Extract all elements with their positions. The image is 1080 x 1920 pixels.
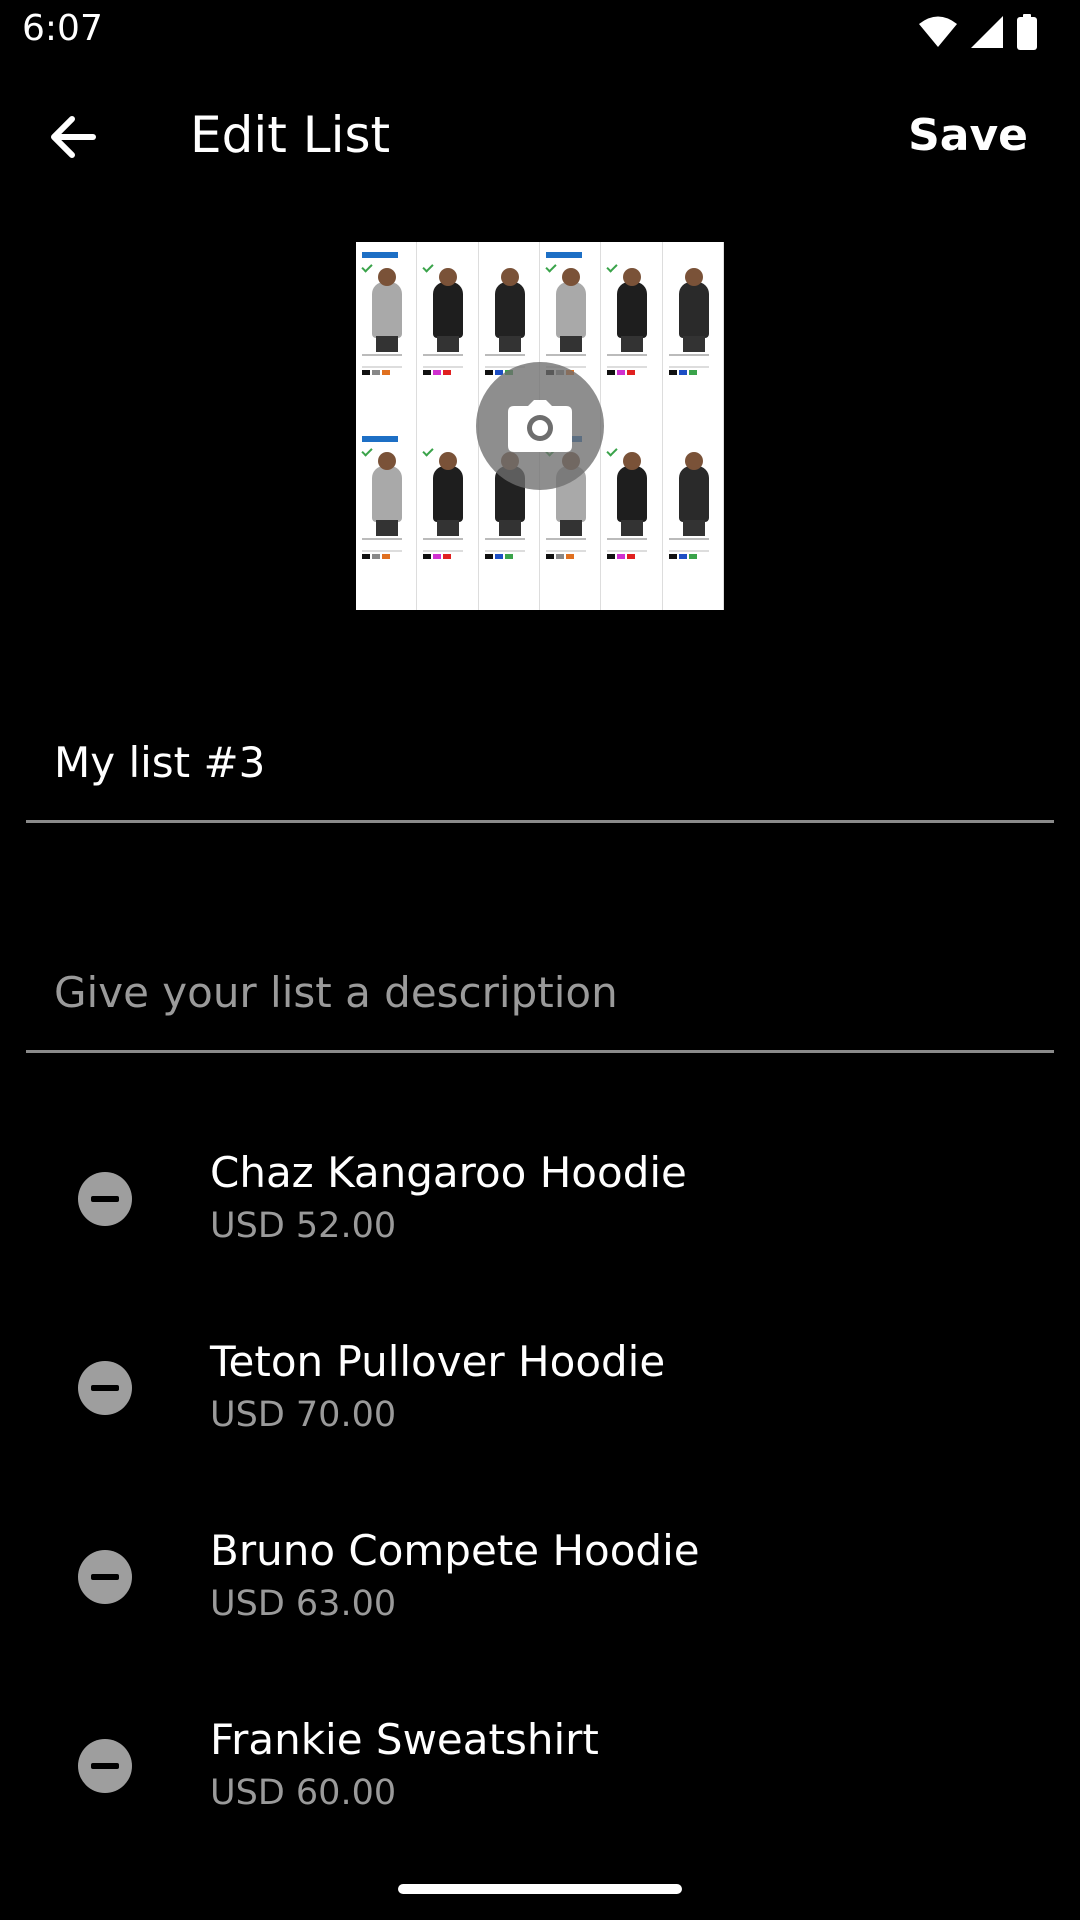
- list-item: Bruno Compete Hoodie USD 63.00: [0, 1508, 1080, 1658]
- list-name-field[interactable]: My list #3: [26, 720, 1054, 823]
- save-button[interactable]: Save: [908, 110, 1028, 161]
- collage-product-thumbnail: [662, 426, 724, 610]
- list-name-value: My list #3: [54, 738, 266, 787]
- item-price: USD 63.00: [210, 1584, 397, 1624]
- minus-circle-icon: [91, 1196, 119, 1202]
- item-name: Frankie Sweatshirt: [210, 1715, 599, 1764]
- list-description-field[interactable]: Give your list a description: [26, 950, 1054, 1053]
- item-name: Bruno Compete Hoodie: [210, 1526, 700, 1575]
- cell-signal-icon: [971, 16, 1003, 48]
- list-item: Chaz Kangaroo Hoodie USD 52.00: [0, 1130, 1080, 1280]
- collage-product-thumbnail: [356, 426, 418, 610]
- app-bar: Edit List Save: [0, 80, 1080, 192]
- status-bar: 6:07: [0, 0, 1080, 64]
- item-price: USD 60.00: [210, 1773, 397, 1813]
- list-item: Teton Pullover Hoodie USD 70.00: [0, 1319, 1080, 1469]
- battery-icon: [1017, 14, 1037, 50]
- home-indicator[interactable]: [398, 1884, 682, 1894]
- list-item: Frankie Sweatshirt USD 60.00: [0, 1697, 1080, 1847]
- minus-circle-icon: [91, 1385, 119, 1391]
- remove-item-button[interactable]: [78, 1172, 132, 1226]
- back-button[interactable]: [30, 102, 116, 172]
- item-name: Teton Pullover Hoodie: [210, 1337, 666, 1386]
- collage-product-thumbnail: [417, 426, 479, 610]
- status-icons: [918, 14, 1038, 50]
- remove-item-button[interactable]: [78, 1361, 132, 1415]
- minus-circle-icon: [91, 1763, 119, 1769]
- item-price: USD 52.00: [210, 1206, 397, 1246]
- item-name: Chaz Kangaroo Hoodie: [210, 1148, 687, 1197]
- status-time: 6:07: [22, 8, 103, 49]
- collage-product-thumbnail: [601, 242, 663, 426]
- collage-product-thumbnail: [356, 242, 418, 426]
- wifi-icon: [919, 16, 957, 47]
- list-description-placeholder: Give your list a description: [54, 968, 618, 1017]
- collage-product-thumbnail: [601, 426, 663, 610]
- collage-product-thumbnail: [662, 242, 724, 426]
- remove-item-button[interactable]: [78, 1739, 132, 1793]
- list-image[interactable]: [356, 242, 724, 610]
- minus-circle-icon: [91, 1574, 119, 1580]
- arrow-left-icon: [51, 116, 96, 158]
- camera-icon: [508, 400, 572, 452]
- item-price: USD 70.00: [210, 1395, 397, 1435]
- change-photo-button[interactable]: [476, 362, 604, 490]
- collage-product-thumbnail: [417, 242, 479, 426]
- page-title: Edit List: [190, 106, 391, 164]
- remove-item-button[interactable]: [78, 1550, 132, 1604]
